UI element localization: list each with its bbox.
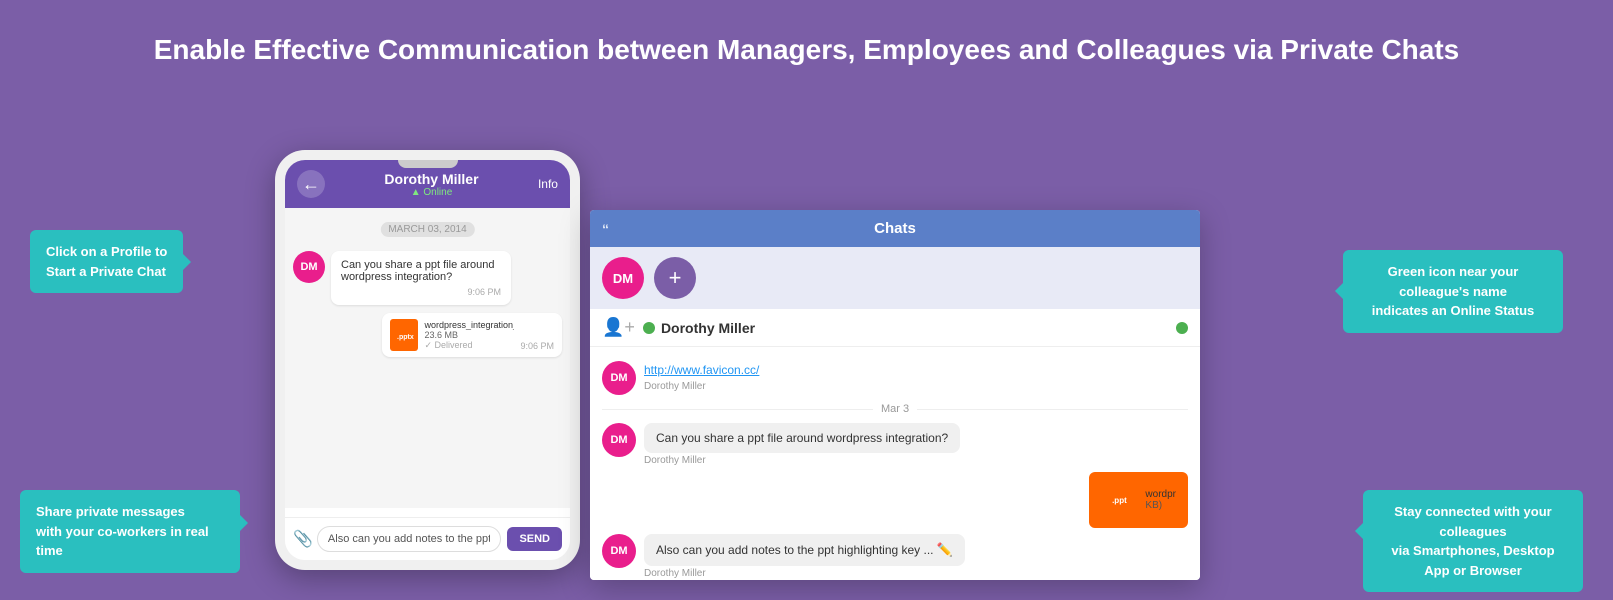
tooltip-click-profile-text2: Start a Private Chat xyxy=(46,264,166,279)
tooltip-green-icon: Green icon near your colleague's name in… xyxy=(1343,250,1563,333)
tooltip-stay-text2: via Smartphones, Desktop App or Browser xyxy=(1391,543,1554,578)
tooltip-green-text2: indicates an Online Status xyxy=(1372,303,1535,318)
svg-text:.pptx: .pptx xyxy=(397,334,414,341)
desktop-avatar-link: DM xyxy=(602,361,636,395)
phone-message-1-text: Can you share a ppt file around wordpres… xyxy=(341,259,495,283)
tooltip-click-profile-text: Click on a Profile to xyxy=(46,244,167,259)
desktop-dm-avatar[interactable]: DM xyxy=(602,257,644,299)
phone-online-status: ▲ Online xyxy=(384,187,478,198)
desktop-add-chat-button[interactable]: + xyxy=(654,257,696,299)
desktop-active-row: DM + xyxy=(590,247,1200,309)
desktop-chat-header: “ Chats xyxy=(590,210,1200,247)
attach-icon[interactable]: 📎 xyxy=(293,529,313,549)
phone-message-input[interactable] xyxy=(317,526,502,552)
desktop-msg-row-1: DM Can you share a ppt file around wordp… xyxy=(602,423,1188,466)
desktop-messages-area: DM http://www.favicon.cc/ Dorothy Miller… xyxy=(590,347,1200,580)
tooltip-share-messages: Share private messages with your co-work… xyxy=(20,490,240,573)
desktop-contact-header: 👤+ Dorothy Miller xyxy=(590,309,1200,347)
desktop-file-icon: .ppt xyxy=(1101,480,1137,520)
tooltip-share-text1: Share private messages xyxy=(36,504,185,519)
phone-contact-name: Dorothy Miller xyxy=(384,171,478,187)
ppt-label: .ppt xyxy=(1112,496,1127,505)
phone-avatar-dm: DM xyxy=(293,251,325,283)
desktop-message-2-text: Also can you add notes to the ppt highli… xyxy=(656,543,934,557)
desktop-sender-name-2: Dorothy Miller xyxy=(644,568,965,579)
phone-message-row-1: DM Can you share a ppt file around wordp… xyxy=(293,251,562,305)
phone-notch xyxy=(398,160,458,168)
phone-bubble-1: Can you share a ppt file around wordpres… xyxy=(331,251,511,305)
phone-inner: ← Dorothy Miller ▲ Online Info MARCH 03,… xyxy=(285,160,570,560)
phone-send-button[interactable]: SEND xyxy=(507,527,562,551)
desktop-bubble-1: Can you share a ppt file around wordpres… xyxy=(644,423,960,453)
phone-file-bubble: .pptx wordpress_integration_new.pptx 23.… xyxy=(382,313,562,357)
file-time: 9:06 PM xyxy=(520,341,554,351)
tooltip-stay-text1: Stay connected with your colleagues xyxy=(1394,504,1551,539)
phone-date-label: MARCH 03, 2014 xyxy=(380,222,474,237)
desktop-sender-label: Dorothy Miller xyxy=(644,381,759,392)
file-size: 23.6 MB xyxy=(424,330,514,340)
desktop-file-size: KB) xyxy=(1145,500,1176,511)
tooltip-stay-connected: Stay connected with your colleagues via … xyxy=(1363,490,1583,592)
desktop-msg-row-2: DM Also can you add notes to the ppt hig… xyxy=(602,534,1188,579)
delivered-label: ✓ Delivered xyxy=(424,340,514,351)
desktop-file-row: .ppt wordpr KB) xyxy=(602,472,1188,528)
desktop-sender-name-1: Dorothy Miller xyxy=(644,455,960,466)
desktop-contact-name: Dorothy Miller xyxy=(661,320,1168,336)
desktop-link-message[interactable]: http://www.favicon.cc/ xyxy=(644,363,759,377)
phone-chat-body: MARCH 03, 2014 DM Can you share a ppt fi… xyxy=(285,208,570,508)
online-status-dot xyxy=(643,322,655,334)
desktop-file-bubble: .ppt wordpr KB) xyxy=(1089,472,1188,528)
file-name: wordpress_integration_new.pptx xyxy=(424,320,514,330)
phone-info-button[interactable]: Info xyxy=(538,177,558,191)
phone-mockup: ← Dorothy Miller ▲ Online Info MARCH 03,… xyxy=(275,150,580,570)
desktop-file-name: wordpr xyxy=(1145,489,1176,500)
desktop-avatar-1: DM xyxy=(602,423,636,457)
phone-message-1-time: 9:06 PM xyxy=(341,287,501,297)
desktop-avatar-2: DM xyxy=(602,534,636,568)
phone-file-row: .pptx wordpress_integration_new.pptx 23.… xyxy=(293,313,562,357)
online-status-dot-right xyxy=(1176,322,1188,334)
quote-icon: “ xyxy=(602,221,609,237)
desktop-chat-title: Chats xyxy=(874,220,916,237)
desktop-date-divider: Mar 3 xyxy=(602,403,1188,415)
phone-back-button[interactable]: ← xyxy=(297,170,325,198)
desktop-msg-link-row: DM http://www.favicon.cc/ Dorothy Miller xyxy=(602,361,1188,395)
tooltip-share-text2: with your co-workers in real time xyxy=(36,524,209,559)
pencil-icon: ✏️ xyxy=(937,542,953,557)
desktop-chat-panel: “ Chats DM + 👤+ Dorothy Miller DM http:/… xyxy=(590,210,1200,580)
add-person-icon: 👤+ xyxy=(602,317,635,338)
tooltip-green-text1: Green icon near your colleague's name xyxy=(1388,264,1519,299)
phone-input-row: 📎 SEND xyxy=(285,517,570,560)
file-icon: .pptx xyxy=(390,319,418,351)
tooltip-click-profile: Click on a Profile to Start a Private Ch… xyxy=(30,230,183,293)
page-heading: Enable Effective Communication between M… xyxy=(0,0,1613,68)
desktop-bubble-2: Also can you add notes to the ppt highli… xyxy=(644,534,965,566)
